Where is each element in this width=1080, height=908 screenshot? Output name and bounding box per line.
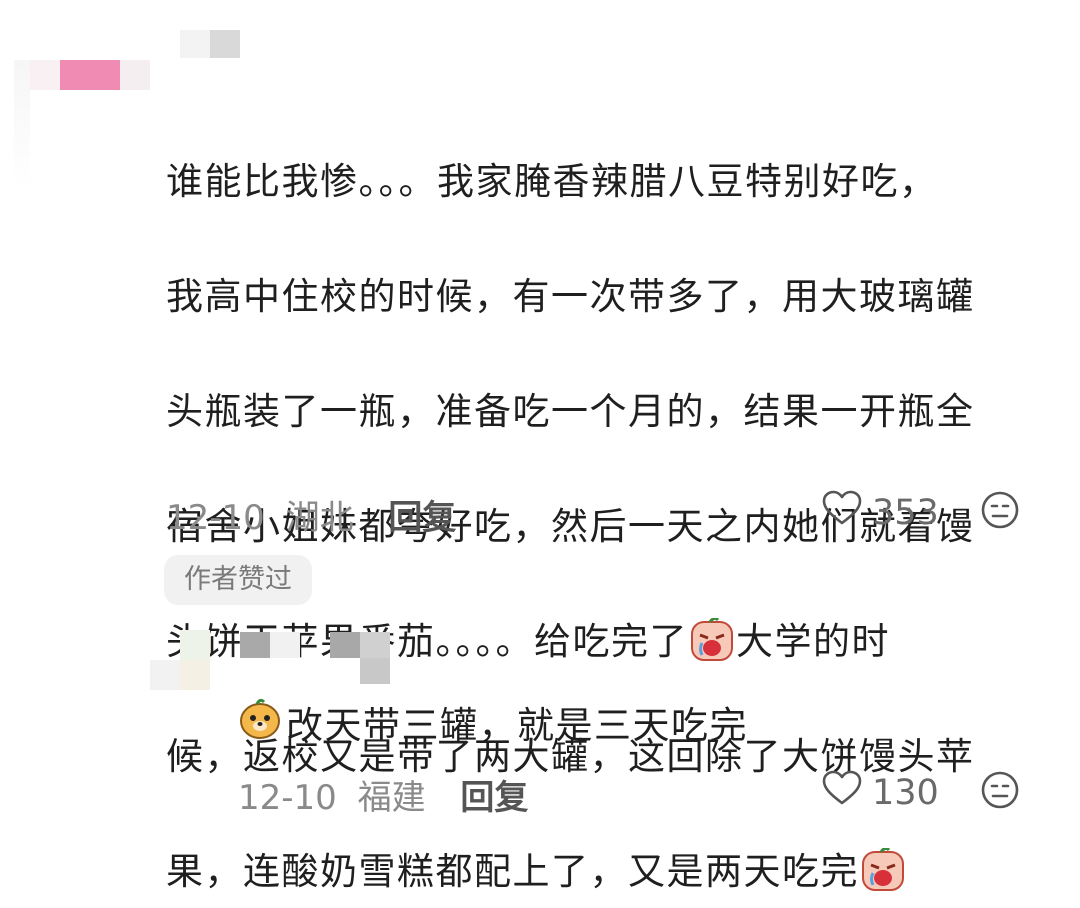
reply-location: 福建 [357, 778, 426, 818]
neutral-face-icon[interactable] [980, 490, 1020, 534]
heart-outline-icon [822, 490, 862, 535]
comment-location: 湖北 [285, 498, 354, 538]
crying-face-emoji [861, 846, 905, 892]
comment-meta: 12-10 湖北 回复 [166, 490, 456, 539]
reply-button[interactable]: 回复 [388, 498, 456, 538]
reply-like-count: 130 [872, 772, 939, 813]
neutral-face-icon[interactable] [980, 770, 1020, 814]
reply-avatar-blurred[interactable] [150, 630, 210, 690]
like-button[interactable]: 353 [822, 490, 939, 535]
comment-date: 12-10 [166, 498, 265, 538]
user-tag-blurred [30, 60, 150, 90]
heart-outline-icon [822, 770, 862, 815]
reply-text: 改天带三罐，就是三天吃完 [286, 704, 748, 747]
avatar-blurred[interactable] [14, 60, 30, 190]
reply-meta: 12-10 福建 回复 [238, 770, 528, 819]
reply-text-row: 改天带三罐，就是三天吃完 [238, 695, 748, 749]
reply-like-button[interactable]: 130 [822, 770, 939, 815]
crying-face-emoji [690, 616, 734, 662]
reply-reply-button[interactable]: 回复 [460, 778, 528, 818]
reply-username-blurred[interactable] [240, 632, 390, 684]
author-liked-badge: 作者赞过 [164, 555, 312, 605]
like-count: 353 [872, 492, 939, 533]
username-blurred[interactable] [180, 30, 240, 58]
dog-face-emoji [238, 696, 282, 749]
reply-date: 12-10 [238, 778, 337, 818]
